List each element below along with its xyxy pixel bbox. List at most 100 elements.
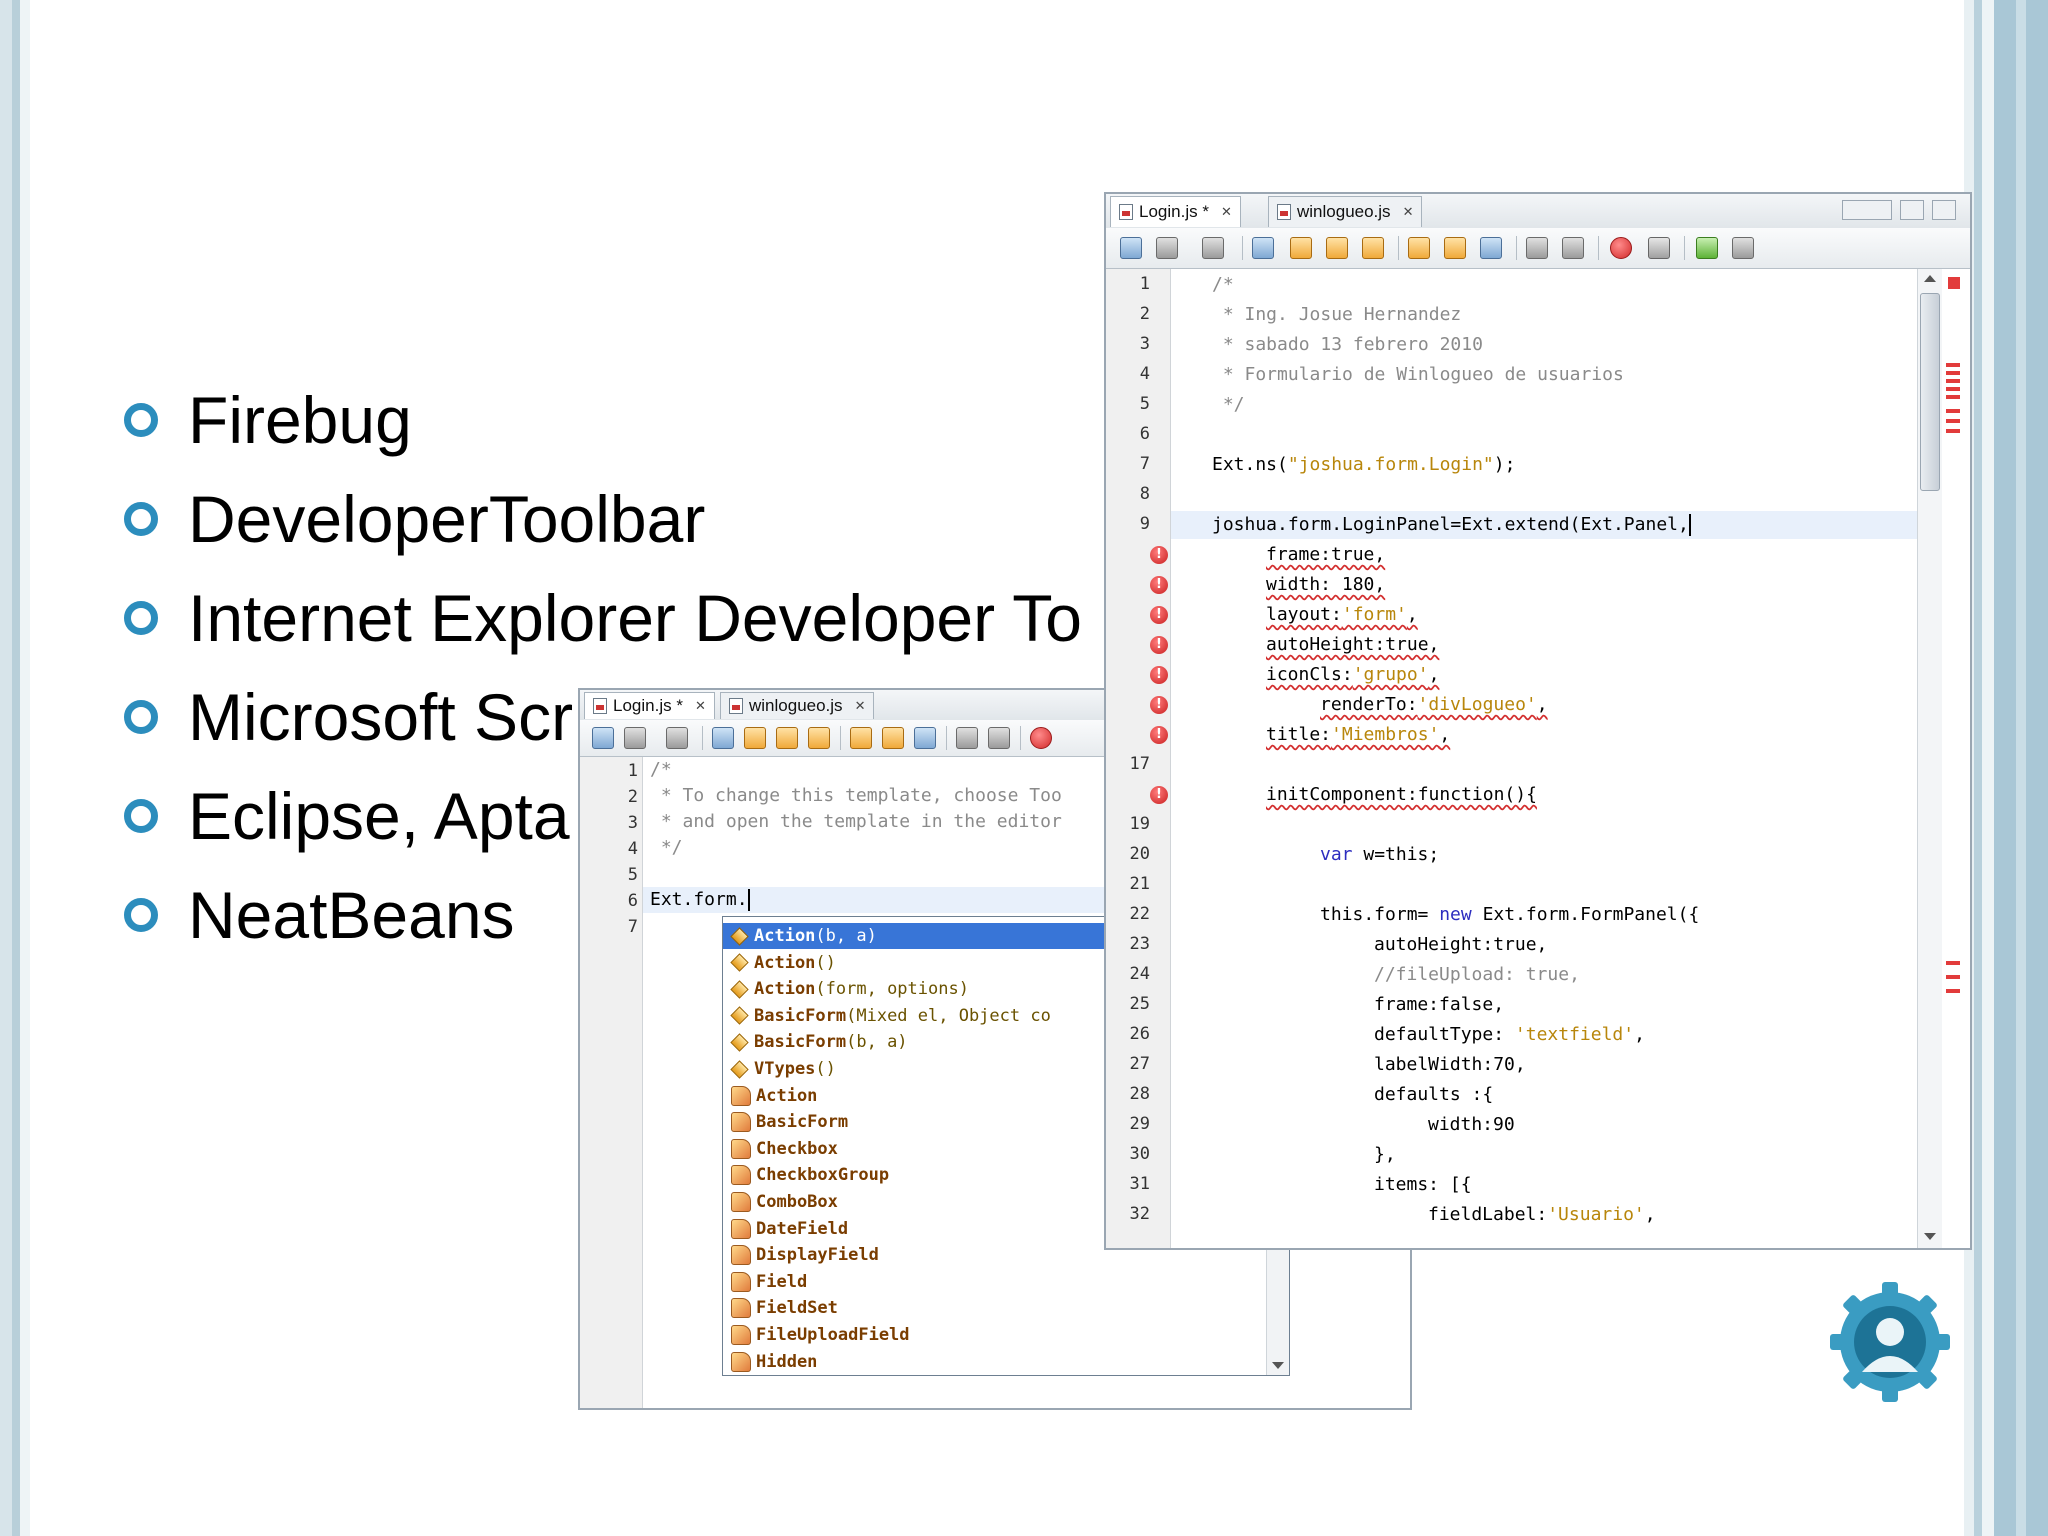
bookmark-icon[interactable] [666, 727, 688, 749]
code-text: , [1406, 604, 1418, 625]
find-next-icon[interactable] [1326, 237, 1348, 259]
back-editor-gutter: 1 2 3 4 5 6 7 [580, 757, 643, 1408]
code-text: this.form= [1320, 904, 1440, 925]
completion-item[interactable]: Field [723, 1269, 1267, 1295]
error-badge-icon[interactable]: ! [1150, 786, 1168, 804]
bullet-ring-icon [124, 600, 158, 635]
tab-login-js[interactable]: Login.js * ✕ [584, 692, 715, 719]
error-mark[interactable] [1946, 371, 1960, 375]
completion-item-args: (form, options) [815, 979, 969, 1000]
error-status-icon[interactable] [1948, 277, 1960, 289]
code-string: "joshua.form.Login" [1287, 454, 1494, 475]
prev-bookmark-icon[interactable] [850, 727, 872, 749]
completion-item[interactable]: FieldSet [723, 1295, 1267, 1321]
completion-item-name: CheckboxGroup [756, 1165, 890, 1186]
scrollbar-thumb[interactable] [1920, 293, 1940, 491]
record-macro-icon[interactable] [1030, 727, 1052, 749]
code-line: joshua.form.LoginPanel=Ext.extend(Ext.Pa… [1212, 514, 1691, 536]
editor-vertical-scrollbar[interactable] [1917, 269, 1942, 1248]
tab-login-js[interactable]: Login.js * ✕ [1110, 196, 1241, 227]
stop-macro-icon[interactable] [1648, 237, 1670, 259]
find-previous-icon[interactable] [744, 727, 766, 749]
toggle-bookmark-icon[interactable] [914, 727, 936, 749]
line-number: 1 [1139, 274, 1150, 294]
error-mark[interactable] [1946, 409, 1960, 413]
error-mark[interactable] [1946, 379, 1960, 383]
close-icon[interactable]: ✕ [1221, 204, 1232, 220]
shift-right-icon[interactable] [988, 727, 1010, 749]
close-icon[interactable]: ✕ [1403, 204, 1414, 220]
find-next-icon[interactable] [776, 727, 798, 749]
toggle-highlight-icon[interactable] [1362, 237, 1384, 259]
completion-item[interactable]: FileUploadField [723, 1322, 1267, 1348]
find-previous-icon[interactable] [1290, 237, 1312, 259]
toggle-highlight-icon[interactable] [808, 727, 830, 749]
error-badge-icon[interactable]: ! [1150, 606, 1168, 624]
error-badge-icon[interactable]: ! [1150, 726, 1168, 744]
next-bookmark-icon[interactable] [1444, 237, 1466, 259]
maximize-icon[interactable] [1932, 200, 1956, 220]
method-icon [730, 979, 749, 999]
tab-winlogueo-js[interactable]: winlogueo.js ✕ [1268, 196, 1423, 227]
completion-item-name: Action [754, 979, 816, 1000]
error-mark[interactable] [1946, 395, 1960, 399]
close-icon[interactable]: ✕ [855, 698, 866, 714]
error-mark[interactable] [1946, 429, 1960, 433]
completion-item[interactable]: Hidden [723, 1349, 1267, 1375]
error-badge-icon[interactable]: ! [1150, 666, 1168, 684]
error-mark[interactable] [1946, 975, 1960, 979]
error-mark[interactable] [1946, 419, 1960, 423]
code-line: frame:false, [1374, 994, 1505, 1015]
back-icon[interactable] [592, 727, 614, 749]
completion-item-args: (b, a) [846, 1032, 908, 1053]
completion-item-name: BasicForm [756, 1112, 849, 1133]
tab-scroll-arrows-icon[interactable] [1842, 200, 1892, 220]
scroll-down-icon[interactable] [1924, 1233, 1936, 1240]
bullet-ring-icon [124, 501, 158, 536]
line-number: 2 [627, 787, 638, 807]
error-mark[interactable] [1946, 387, 1960, 391]
prev-bookmark-icon[interactable] [1408, 237, 1430, 259]
line-number: 5 [627, 865, 638, 885]
next-bookmark-icon[interactable] [882, 727, 904, 749]
bullet-ring-icon [124, 402, 158, 437]
line-number: 22 [1129, 904, 1150, 924]
error-mark[interactable] [1946, 961, 1960, 965]
shift-right-icon[interactable] [1562, 237, 1584, 259]
record-macro-icon[interactable] [1610, 237, 1632, 259]
completion-item-name: DisplayField [756, 1245, 879, 1266]
error-badge-icon[interactable]: ! [1150, 576, 1168, 594]
error-badge-icon[interactable]: ! [1150, 546, 1168, 564]
shift-left-icon[interactable] [956, 727, 978, 749]
slide-left-border [0, 0, 30, 1536]
tab-winlogueo-js[interactable]: winlogueo.js ✕ [720, 692, 875, 719]
code-line: frame:true, [1266, 544, 1386, 565]
scroll-up-icon[interactable] [1924, 275, 1936, 282]
completion-item-name: FieldSet [756, 1298, 838, 1319]
error-mark[interactable] [1946, 363, 1960, 367]
gear-person-logo [1830, 1282, 1950, 1402]
error-badge-icon[interactable]: ! [1150, 696, 1168, 714]
scroll-down-icon[interactable] [1272, 1362, 1284, 1369]
back-icon[interactable] [1120, 237, 1142, 259]
code-line: defaults :{ [1374, 1084, 1494, 1105]
find-icon[interactable] [712, 727, 734, 749]
error-stripe[interactable] [1942, 269, 1966, 1248]
line-number: 29 [1129, 1114, 1150, 1134]
history-icon[interactable] [624, 727, 646, 749]
find-icon[interactable] [1252, 237, 1274, 259]
shift-left-icon[interactable] [1526, 237, 1548, 259]
error-badge-icon[interactable]: ! [1150, 636, 1168, 654]
history-icon[interactable] [1156, 237, 1178, 259]
toggle-bookmark-icon[interactable] [1480, 237, 1502, 259]
js-file-icon [593, 698, 607, 714]
toolbar-separator [1020, 726, 1021, 750]
uncomment-icon[interactable] [1732, 237, 1754, 259]
error-mark[interactable] [1946, 989, 1960, 993]
code-text: w=this; [1352, 844, 1440, 865]
tab-list-dropdown-icon[interactable] [1900, 200, 1924, 220]
code-text: fieldLabel: [1428, 1204, 1548, 1225]
bookmark-icon[interactable] [1202, 237, 1224, 259]
comment-icon[interactable] [1696, 237, 1718, 259]
close-icon[interactable]: ✕ [695, 698, 706, 714]
